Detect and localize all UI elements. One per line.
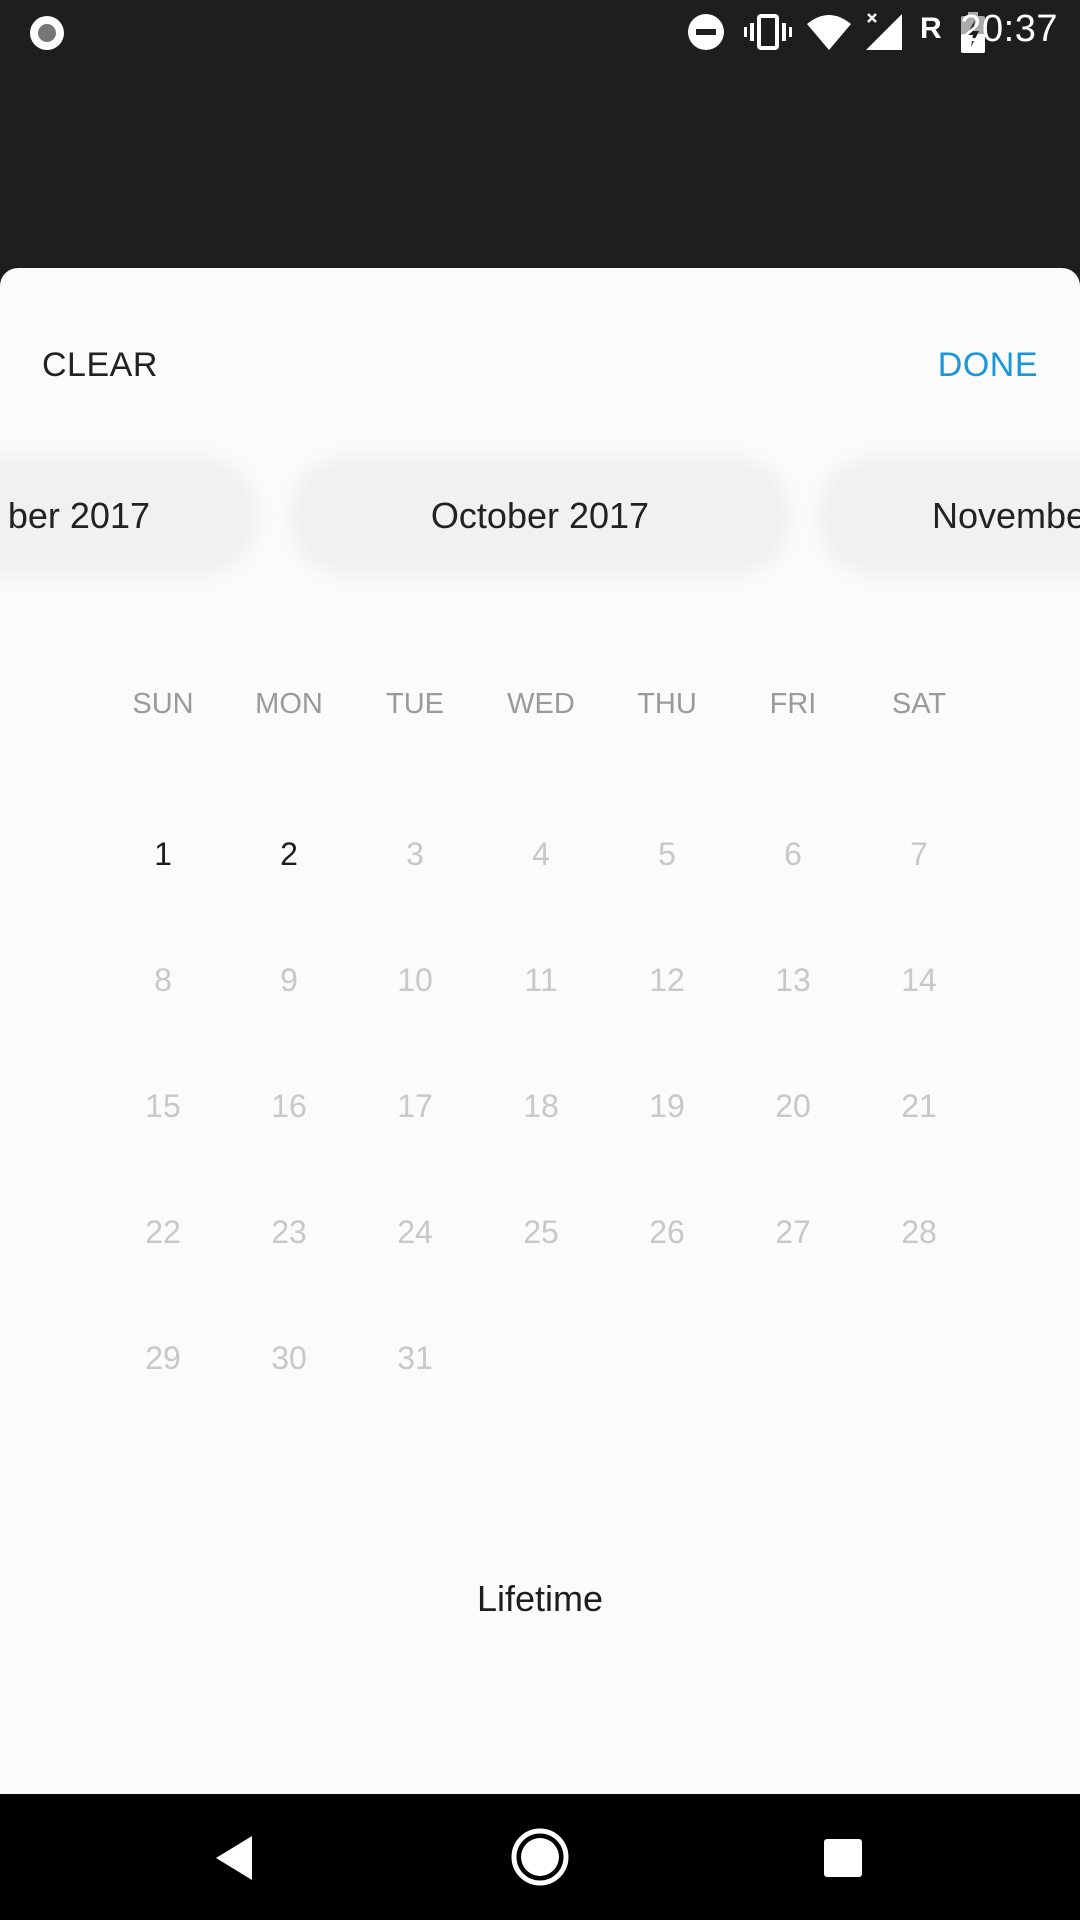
calendar-day: 15 (145, 1088, 181, 1124)
weekday-label: FRI (769, 688, 817, 720)
calendar-day: 26 (649, 1214, 685, 1250)
calendar-day: 14 (901, 962, 937, 998)
calendar-day[interactable]: 1 (100, 814, 226, 894)
do-not-disturb-icon (688, 14, 724, 50)
calendar-day: 16 (271, 1088, 307, 1124)
calendar-day: 30 (271, 1340, 307, 1376)
month-chip-next[interactable]: Novembe (826, 464, 1080, 568)
month-chip-previous[interactable]: ber 2017 (0, 464, 250, 568)
calendar-day: 11 (524, 962, 558, 998)
wifi-icon (807, 15, 851, 50)
calendar-day: 9 (280, 962, 298, 998)
weekday-label: WED (507, 688, 575, 720)
weekday-label: THU (637, 688, 697, 720)
calendar-day: 23 (271, 1214, 307, 1250)
calendar-day: 10 (397, 962, 433, 998)
back-icon[interactable] (212, 1834, 256, 1882)
calendar-day: 25 (523, 1214, 559, 1250)
weekday-header: SUN MON TUE WED THU FRI SAT (100, 688, 980, 748)
calendar-day: 22 (145, 1214, 181, 1250)
calendar-day[interactable]: 2 (226, 814, 352, 894)
status-clock: 20:37 (960, 8, 1058, 50)
lifetime-option[interactable]: Lifetime (0, 1578, 1080, 1620)
calendar-day: 6 (784, 836, 802, 872)
network-type-label: R (920, 12, 942, 45)
calendar-day: 24 (397, 1214, 433, 1250)
weekday-label: SAT (891, 688, 947, 720)
calendar-day: 5 (658, 836, 676, 872)
weekday-label: MON (255, 688, 323, 720)
home-icon[interactable] (510, 1827, 570, 1887)
calendar-day: 20 (775, 1088, 811, 1124)
status-bar: R 20:37 (0, 0, 1080, 64)
recents-icon[interactable] (824, 1839, 862, 1877)
calendar-day: 21 (901, 1088, 937, 1124)
navigation-bar (0, 1794, 1080, 1920)
calendar-day: 4 (532, 836, 550, 872)
calendar-day: 7 (910, 836, 928, 872)
month-chip-current[interactable]: October 2017 (298, 464, 782, 568)
calendar-day: 31 (397, 1340, 433, 1376)
done-button[interactable]: DONE (938, 346, 1038, 385)
calendar-day: 17 (397, 1088, 433, 1124)
calendar-day: 29 (145, 1340, 181, 1376)
vibrate-icon (744, 14, 792, 50)
weekday-label: SUN (132, 688, 194, 720)
month-chip-previous-label: ber 2017 (7, 495, 150, 536)
calendar-day: 27 (775, 1214, 811, 1250)
calendar-day: 18 (523, 1088, 559, 1124)
calendar-day: 13 (775, 962, 811, 998)
clear-button[interactable]: CLEAR (42, 346, 158, 385)
weekday-label: TUE (386, 688, 444, 720)
calendar-day: 28 (901, 1214, 937, 1250)
calendar-day: 12 (649, 962, 685, 998)
signal-icon (866, 13, 902, 50)
calendar-day: 8 (154, 962, 172, 998)
calendar-day: 19 (649, 1088, 685, 1124)
calendar-day: 3 (406, 836, 424, 872)
month-chip-current-label: October 2017 (430, 495, 650, 536)
month-chip-next-label: Novembe (932, 495, 1080, 536)
date-picker-sheet: CLEAR DONE ber 2017 October 2017 Novembe… (0, 268, 1080, 1794)
record-icon (30, 16, 64, 50)
